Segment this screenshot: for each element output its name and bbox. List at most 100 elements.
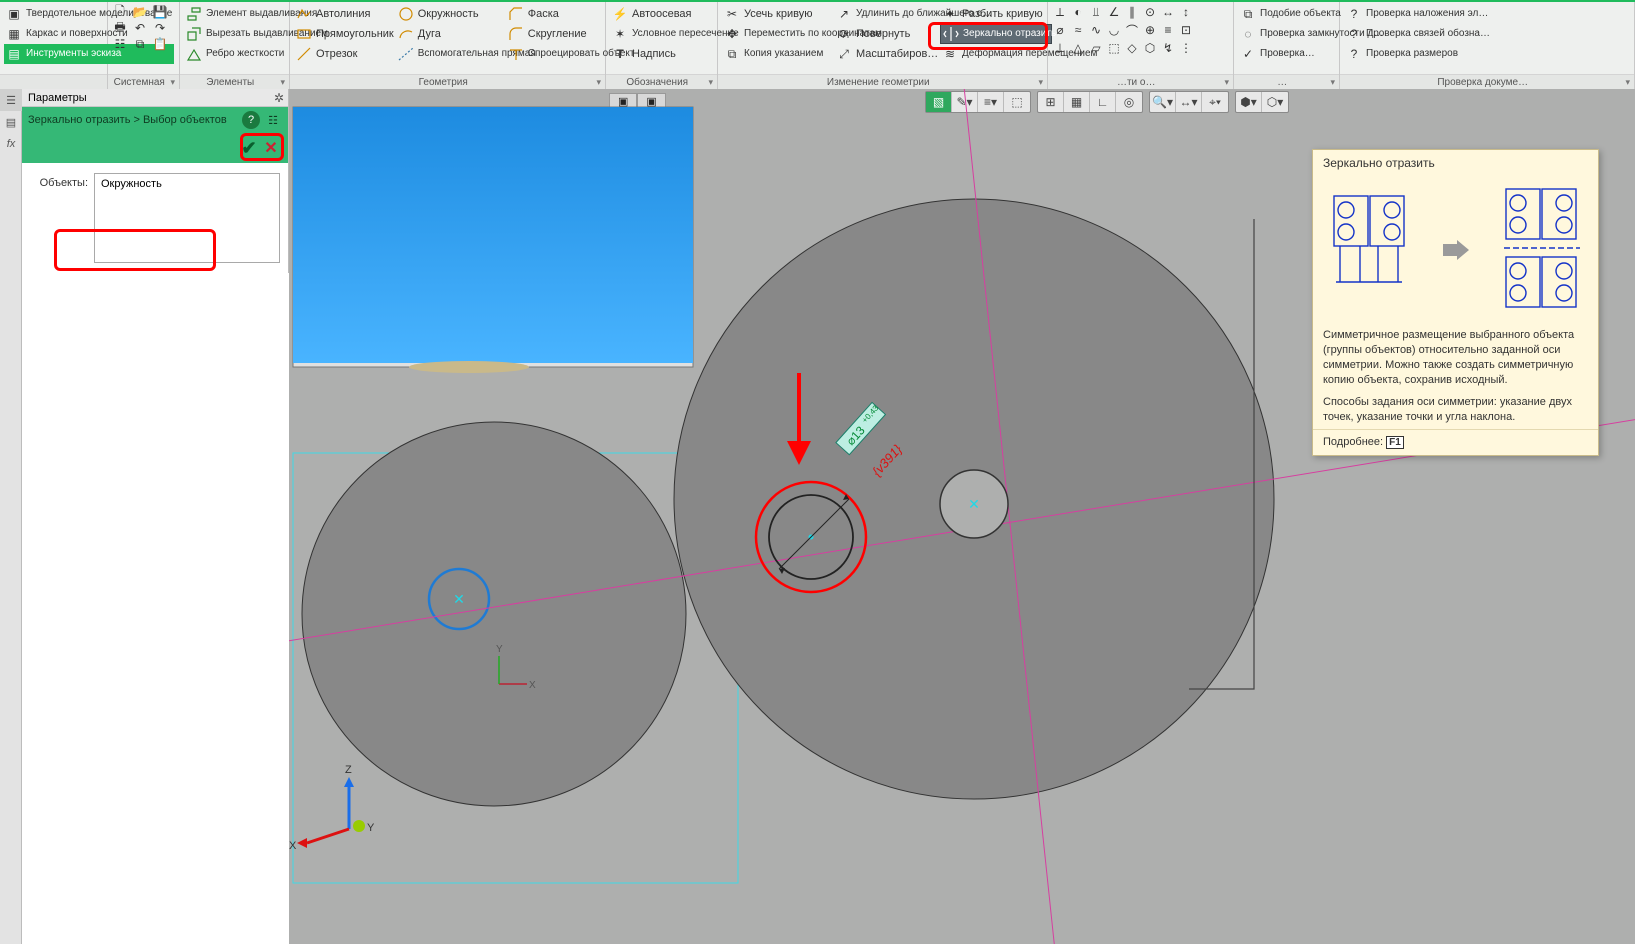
- svg-text:X: X: [289, 840, 297, 852]
- open-button[interactable]: 📂: [132, 4, 148, 20]
- group-geometry: Автолиния Прямоугольник Отрезок Окружнос…: [290, 2, 606, 89]
- rect-button[interactable]: Прямоугольник: [294, 24, 396, 44]
- group-workspaces: ▣Твердотельное моделирование ▦Каркас и п…: [0, 2, 108, 89]
- props-button[interactable]: ☷: [112, 36, 128, 52]
- tooltip-diagram: [1313, 176, 1598, 324]
- c24[interactable]: ⋮: [1178, 40, 1194, 56]
- c16[interactable]: ⊡: [1178, 22, 1194, 38]
- overlap-check-button[interactable]: ?Проверка наложения эл…: [1344, 4, 1492, 24]
- group-constraints: ⟂◐⫫∠∥⊙↔↕ ⌀≈∿◡⌒⊕≡⊡ ⊥△▱⬚◇⬡↯⋮ …ти о…▾: [1048, 2, 1234, 89]
- circle-icon: [398, 6, 414, 22]
- c10[interactable]: ≈: [1070, 22, 1086, 38]
- tooltip-p2: Способы задания оси симметрии: указание …: [1313, 391, 1598, 429]
- check-icon: ✓: [1240, 46, 1256, 62]
- c4[interactable]: ∠: [1106, 4, 1122, 20]
- mirror-icon: [943, 26, 959, 42]
- copy-point-button[interactable]: ⧉Копия указанием: [722, 44, 834, 64]
- c15[interactable]: ≡: [1160, 22, 1176, 38]
- autoline-button[interactable]: Автолиния: [294, 4, 396, 24]
- objects-list[interactable]: Окружность: [94, 173, 280, 263]
- q-icon: ?: [1346, 6, 1362, 22]
- apply-button[interactable]: ✔: [238, 137, 260, 159]
- group-doc-check: ?Проверка наложения эл… ?Проверка связей…: [1340, 2, 1635, 89]
- breadcrumb: Зеркально отразить > Выбор объектов ? ☷: [22, 107, 288, 133]
- text-icon: T: [612, 46, 628, 62]
- dim-check-button[interactable]: ?Проверка размеров: [1344, 44, 1492, 64]
- aux-line-icon: [398, 46, 414, 62]
- save-button[interactable]: 💾: [152, 4, 168, 20]
- dock-tree[interactable]: ▤: [0, 111, 22, 133]
- objects-label: Объекты:: [30, 173, 94, 189]
- q-icon: ?: [1346, 26, 1362, 42]
- group-annotations: ⚡Автоосевая ✶Условное пересечение TНадпи…: [606, 2, 718, 89]
- segment-button[interactable]: Отрезок: [294, 44, 396, 64]
- q-icon: ?: [1346, 46, 1362, 62]
- panel-title: Параметры: [28, 92, 87, 104]
- c6[interactable]: ⊙: [1142, 4, 1158, 20]
- fillet-button[interactable]: Скругление: [506, 24, 606, 44]
- group-elements: Элемент выдавливания Вырезать выдавливан…: [180, 2, 290, 89]
- copy-button[interactable]: ⧉: [132, 36, 148, 52]
- closed-icon: ◌: [1240, 26, 1256, 42]
- aux-line-button[interactable]: Вспомогательная прямая: [396, 44, 506, 64]
- tooltip-title: Зеркально отразить: [1313, 150, 1598, 176]
- dock-fx[interactable]: fx: [0, 133, 22, 155]
- deform-button[interactable]: ≋Деформация перемещением: [940, 44, 1052, 64]
- dock-params[interactable]: ☰: [0, 89, 22, 111]
- scale-button[interactable]: ⤢Масштабиров…: [834, 44, 940, 64]
- rotate-button[interactable]: ⟳Повернуть: [834, 24, 940, 44]
- extend-button[interactable]: ↗Удлинить до ближайшего о…: [834, 4, 940, 24]
- group-edit-geometry: ✂Усечь кривую ✥Переместить по координата…: [718, 2, 1048, 89]
- trim-icon: ✂: [724, 6, 740, 22]
- svg-text:X: X: [529, 680, 536, 691]
- bolt-icon: ⚡: [612, 6, 628, 22]
- c7[interactable]: ↔: [1160, 4, 1176, 20]
- redo-button[interactable]: ↷: [152, 20, 168, 36]
- paste-button[interactable]: 📋: [152, 36, 168, 52]
- help-icon[interactable]: ?: [242, 111, 260, 129]
- tooltip: Зеркально отразить: [1312, 149, 1599, 456]
- print-button[interactable]: 🖶: [112, 20, 128, 36]
- c1[interactable]: ⟂: [1052, 4, 1068, 20]
- panel-gear-icon[interactable]: ✲: [274, 91, 284, 105]
- c11[interactable]: ∿: [1088, 22, 1104, 38]
- chamfer-button[interactable]: Фаска: [506, 4, 606, 24]
- c22[interactable]: ⬡: [1142, 40, 1158, 56]
- cancel-button[interactable]: ✕: [260, 137, 282, 159]
- mirror-button[interactable]: Зеркально отразить: [940, 24, 1052, 44]
- undo-button[interactable]: ↶: [132, 20, 148, 36]
- svg-text:Y: Y: [496, 644, 503, 655]
- c2[interactable]: ◐: [1070, 4, 1086, 20]
- group-similarity: ⧉Подобие объекта ◌Проверка замкнутости д…: [1234, 2, 1340, 89]
- tooltip-footer: Подробнее: F1: [1313, 429, 1598, 455]
- c8[interactable]: ↕: [1178, 4, 1194, 20]
- similar-icon: ⧉: [1240, 6, 1256, 22]
- chamfer-icon: [508, 6, 524, 22]
- arc-button[interactable]: Дуга: [396, 24, 506, 44]
- c21[interactable]: ◇: [1124, 40, 1140, 56]
- c3[interactable]: ⫫: [1088, 4, 1104, 20]
- deform-icon: ≋: [942, 46, 958, 62]
- panel-title-bar: Параметры ✲: [22, 89, 288, 107]
- breadcrumb-text: Зеркально отразить > Выбор объектов: [28, 114, 227, 126]
- confirm-bar: ✔ ✕: [22, 133, 288, 163]
- rib-icon: [186, 46, 202, 62]
- svg-text:✕: ✕: [968, 496, 980, 512]
- circle-button[interactable]: Окружность: [396, 4, 506, 24]
- link-check-button[interactable]: ?Проверка связей обозна…: [1344, 24, 1492, 44]
- c14[interactable]: ⊕: [1142, 22, 1158, 38]
- c13[interactable]: ⌒: [1124, 22, 1140, 38]
- canvas[interactable]: ▣ ▣ ▧ ✎▾ ≡▾ ⬚ ⊞ ▦ ∟ ◎ 🔍▾ ↔▾ ⌖▾ ⬢▾ ⬡▾: [289, 89, 1635, 944]
- split-button[interactable]: ✦Разбить кривую: [940, 4, 1052, 24]
- c23[interactable]: ↯: [1160, 40, 1176, 56]
- c5[interactable]: ∥: [1124, 4, 1140, 20]
- extend-icon: ↗: [836, 6, 852, 22]
- project-button[interactable]: Спроецировать объект: [506, 44, 606, 64]
- move-button[interactable]: ✥Переместить по координатам: [722, 24, 834, 44]
- trim-button[interactable]: ✂Усечь кривую: [722, 4, 834, 24]
- c20[interactable]: ⬚: [1106, 40, 1122, 56]
- wire-icon: ▦: [6, 26, 22, 42]
- c12[interactable]: ◡: [1106, 22, 1122, 38]
- tree-icon[interactable]: ☷: [264, 111, 282, 129]
- svg-text:Z: Z: [345, 764, 352, 776]
